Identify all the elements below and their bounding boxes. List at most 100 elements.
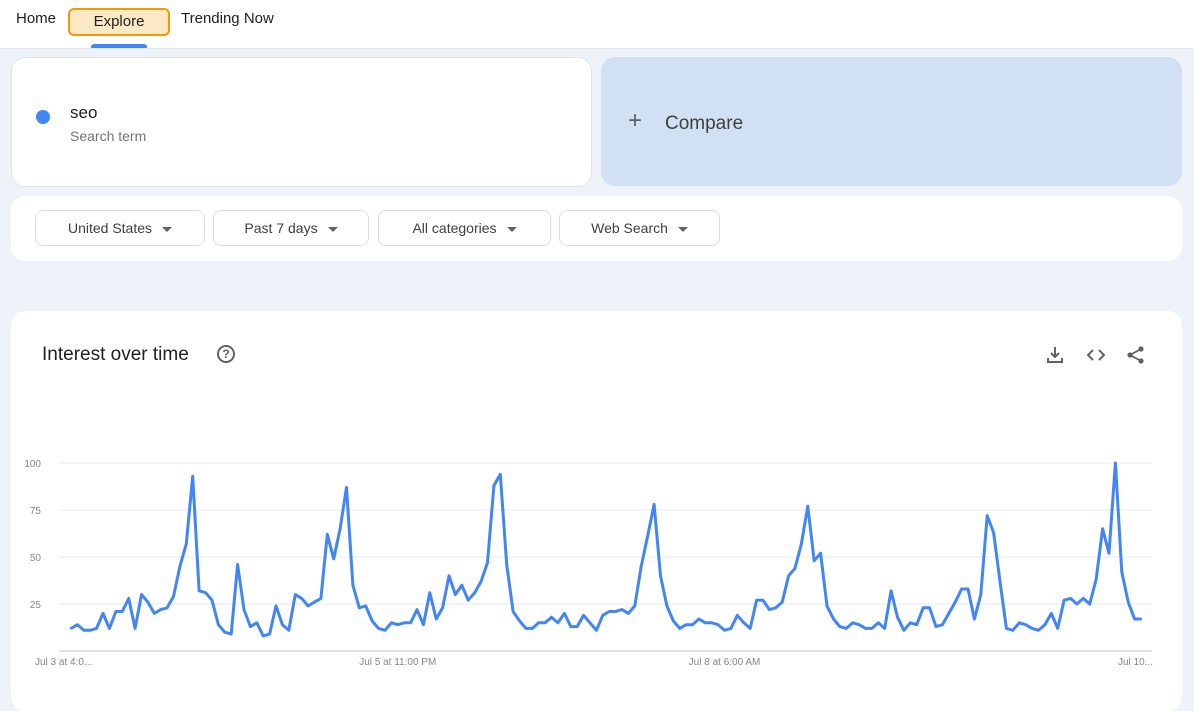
- data-point: [1056, 627, 1059, 630]
- data-point: [127, 597, 130, 600]
- data-point: [370, 619, 374, 623]
- data-point: [172, 595, 175, 598]
- data-point: [761, 599, 765, 602]
- data-point: [646, 535, 649, 538]
- nav-home[interactable]: Home: [16, 10, 56, 27]
- data-point: [313, 600, 316, 604]
- data-point: [236, 563, 239, 566]
- data-point: [467, 599, 470, 602]
- data-point: [326, 533, 329, 536]
- data-point: [223, 631, 226, 634]
- data-point: [909, 621, 912, 624]
- data-point: [1011, 629, 1015, 632]
- data-point: [518, 619, 521, 623]
- data-point: [543, 621, 547, 624]
- search-term-card[interactable]: seo Search term: [11, 57, 592, 187]
- data-point: [684, 623, 688, 626]
- data-point: [877, 621, 880, 624]
- data-point: [889, 589, 893, 592]
- data-point: [774, 606, 777, 609]
- data-point: [197, 589, 201, 592]
- region-value: United States: [67, 220, 153, 236]
- data-point: [294, 593, 297, 596]
- category-dropdown[interactable]: All categories: [378, 210, 551, 246]
- data-point: [640, 565, 643, 568]
- data-point: [499, 473, 502, 476]
- chevron-down-icon: [162, 226, 173, 232]
- data-point: [851, 621, 854, 624]
- data-point: [1101, 527, 1104, 530]
- time-period-dropdown[interactable]: Past 7 days: [213, 210, 369, 246]
- data-point: [1069, 597, 1072, 600]
- data-point: [960, 587, 963, 591]
- series-line-seo[interactable]: [70, 461, 1141, 638]
- data-point: [659, 574, 662, 577]
- data-point: [511, 610, 515, 613]
- data-point: [1139, 617, 1143, 621]
- data-point: [620, 608, 624, 611]
- data-point: [896, 616, 899, 619]
- data-point: [210, 599, 214, 602]
- data-point: [1127, 600, 1130, 604]
- search-type-dropdown[interactable]: Web Search: [559, 210, 720, 246]
- data-point: [691, 623, 694, 626]
- data-point: [556, 621, 560, 624]
- data-point: [588, 621, 592, 624]
- data-point: [883, 627, 886, 630]
- data-point: [435, 617, 438, 621]
- data-point: [447, 574, 451, 577]
- data-point: [396, 623, 399, 626]
- data-point: [665, 604, 669, 608]
- data-point: [800, 542, 803, 545]
- data-point: [608, 610, 611, 613]
- data-point: [242, 608, 246, 611]
- y-tick-label: 75: [30, 506, 42, 517]
- chevron-down-icon: [327, 226, 338, 232]
- data-point: [217, 623, 220, 626]
- data-point: [191, 475, 194, 478]
- data-point: [473, 591, 476, 594]
- x-tick-label: Jul 8 at 6:00 AM: [689, 657, 761, 668]
- data-point: [915, 623, 918, 626]
- data-point: [582, 614, 585, 617]
- data-point: [742, 621, 745, 624]
- data-point: [531, 627, 534, 630]
- region-dropdown[interactable]: United States: [35, 210, 205, 246]
- plus-icon: +: [628, 107, 643, 134]
- data-point: [204, 591, 207, 594]
- data-point: [300, 597, 303, 600]
- search-term-subtitle: Search term: [70, 128, 147, 144]
- data-point: [1018, 621, 1021, 624]
- data-point: [338, 527, 342, 530]
- data-point: [934, 625, 938, 628]
- data-point: [121, 610, 124, 613]
- data-point: [550, 616, 553, 619]
- data-point: [1088, 602, 1091, 606]
- nav-explore[interactable]: Explore: [68, 8, 170, 36]
- data-point: [415, 608, 419, 611]
- data-point: [1037, 629, 1040, 632]
- active-tab-indicator: [91, 44, 147, 48]
- search-term-name[interactable]: seo: [70, 103, 97, 123]
- data-point: [1120, 570, 1124, 574]
- data-point: [563, 612, 566, 615]
- nav-trending-now[interactable]: Trending Now: [181, 10, 274, 27]
- data-point: [345, 486, 348, 489]
- data-point: [845, 627, 848, 630]
- compare-card[interactable]: + Compare: [601, 57, 1182, 186]
- data-point: [601, 614, 604, 617]
- data-point: [569, 625, 572, 628]
- data-point: [813, 559, 816, 562]
- data-point: [595, 629, 598, 632]
- data-point: [505, 563, 508, 566]
- data-point: [1043, 623, 1047, 626]
- data-point: [76, 623, 79, 626]
- x-tick-label: Jul 10...: [1118, 657, 1153, 668]
- data-point: [678, 627, 681, 630]
- data-point: [1024, 623, 1027, 626]
- data-point: [377, 627, 380, 630]
- data-point: [101, 612, 105, 615]
- data-point: [383, 629, 387, 632]
- data-point: [140, 593, 143, 596]
- period-value: Past 7 days: [244, 220, 318, 236]
